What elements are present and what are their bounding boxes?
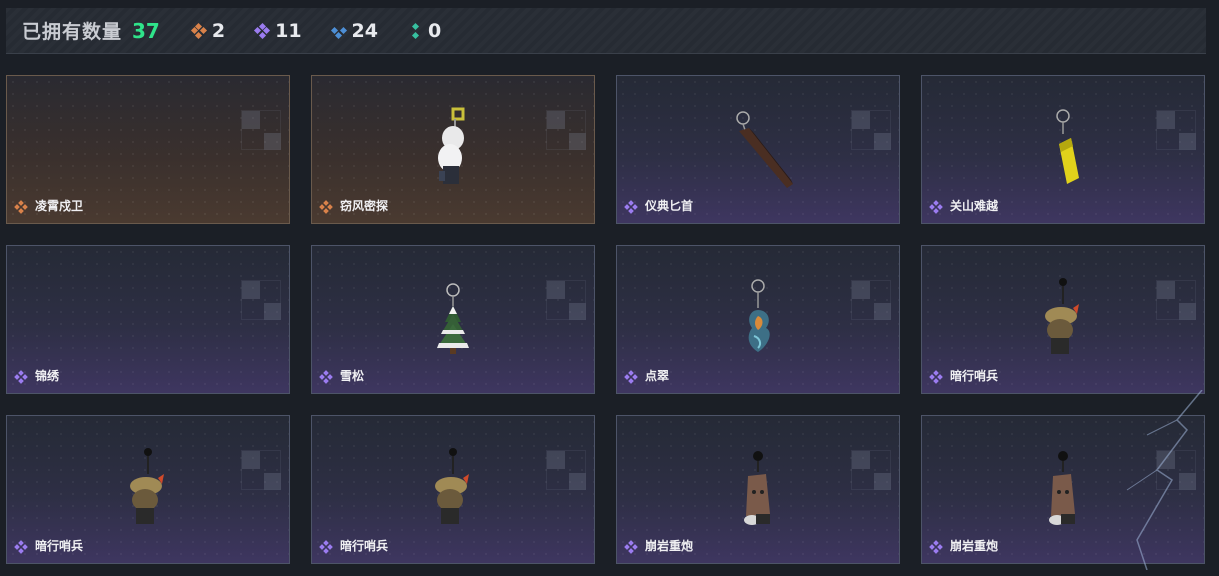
teal-rarity-value: 0 [428, 19, 442, 42]
charm-name: 暗行哨兵 [340, 539, 389, 553]
purple-rarity-icon [929, 370, 943, 384]
purple-rarity-value: 11 [275, 19, 302, 42]
card-decoration [241, 450, 281, 490]
purple-rarity-count: 11 [254, 19, 302, 42]
purple-rarity-icon [624, 540, 638, 554]
dagger-charm-icon [736, 111, 793, 188]
card-decoration [241, 280, 281, 320]
charm-card[interactable]: 窃风密探 [311, 75, 595, 224]
teal-rarity-count: 0 [408, 20, 441, 42]
charm-card[interactable]: 关山难越 [921, 75, 1205, 224]
owned-count-header: 已拥有数量 37 2 11 24 0 [6, 8, 1206, 54]
charm-card[interactable]: 雪松 [311, 245, 595, 394]
purple-rarity-icon [14, 540, 28, 554]
charm-card[interactable]: 凌霄戍卫 [6, 75, 290, 224]
charm-card[interactable]: 暗行哨兵 [6, 415, 290, 564]
blue-rarity-value: 24 [351, 19, 378, 42]
sentinel-charm-icon [435, 448, 469, 524]
card-decoration [1156, 280, 1196, 320]
charm-card[interactable]: 暗行哨兵 [921, 245, 1205, 394]
card-decoration [851, 110, 891, 150]
card-decoration [546, 280, 586, 320]
orange-rarity-icon [14, 200, 28, 214]
purple-rarity-icon [929, 200, 943, 214]
snow-tree-charm-icon [437, 283, 469, 354]
orange-rarity-value: 2 [211, 19, 226, 42]
charm-card[interactable]: 点翠 [616, 245, 900, 394]
sentinel-charm-icon [1045, 278, 1079, 354]
charm-name: 点翠 [645, 369, 670, 383]
charm-card[interactable]: 锦绣 [6, 245, 290, 394]
charm-name: 崩岩重炮 [645, 539, 694, 553]
charm-name: 仪典匕首 [645, 199, 694, 213]
charm-card[interactable]: 仪典匕首 [616, 75, 900, 224]
purple-rarity-icon [624, 200, 638, 214]
purple-rarity-icon [319, 370, 333, 384]
card-decoration [851, 280, 891, 320]
card-decoration [546, 110, 586, 150]
owned-count-total: 37 [132, 18, 160, 43]
orange-rarity-icon [319, 200, 333, 214]
charm-name: 暗行哨兵 [35, 539, 84, 553]
charm-name: 关山难越 [950, 199, 999, 213]
phoenix-charm-icon [748, 279, 770, 352]
charm-name: 崩岩重炮 [950, 539, 999, 553]
charm-name: 雪松 [340, 369, 365, 383]
card-decoration [1156, 110, 1196, 150]
charm-name: 凌霄戍卫 [35, 199, 84, 213]
rock-cannon-charm-icon [744, 451, 770, 525]
charm-card[interactable]: 暗行哨兵 [311, 415, 595, 564]
white-figure-charm-icon [438, 107, 465, 184]
orange-rarity-icon [190, 22, 207, 39]
purple-rarity-icon [624, 370, 638, 384]
purple-rarity-icon [14, 370, 28, 384]
rock-cannon-charm-icon [1049, 451, 1075, 525]
purple-rarity-icon [319, 540, 333, 554]
blue-rarity-count: 24 [330, 19, 378, 42]
purple-rarity-icon [929, 540, 943, 554]
charm-name: 锦绣 [35, 369, 60, 383]
charm-name: 暗行哨兵 [950, 369, 999, 383]
charm-card[interactable]: 崩岩重炮 [616, 415, 900, 564]
yellow-cylinder-charm-icon [1056, 109, 1079, 184]
owned-count-label: 已拥有数量 [22, 21, 123, 43]
charm-name: 窃风密探 [340, 199, 389, 213]
sentinel-charm-icon [130, 448, 164, 524]
orange-rarity-count: 2 [190, 19, 226, 42]
card-decoration [546, 450, 586, 490]
purple-rarity-icon [254, 22, 271, 39]
teal-rarity-icon [408, 22, 422, 39]
lightning-effect-icon [1126, 390, 1203, 570]
card-decoration [241, 110, 281, 150]
card-decoration [851, 450, 891, 490]
blue-rarity-icon [330, 24, 347, 39]
